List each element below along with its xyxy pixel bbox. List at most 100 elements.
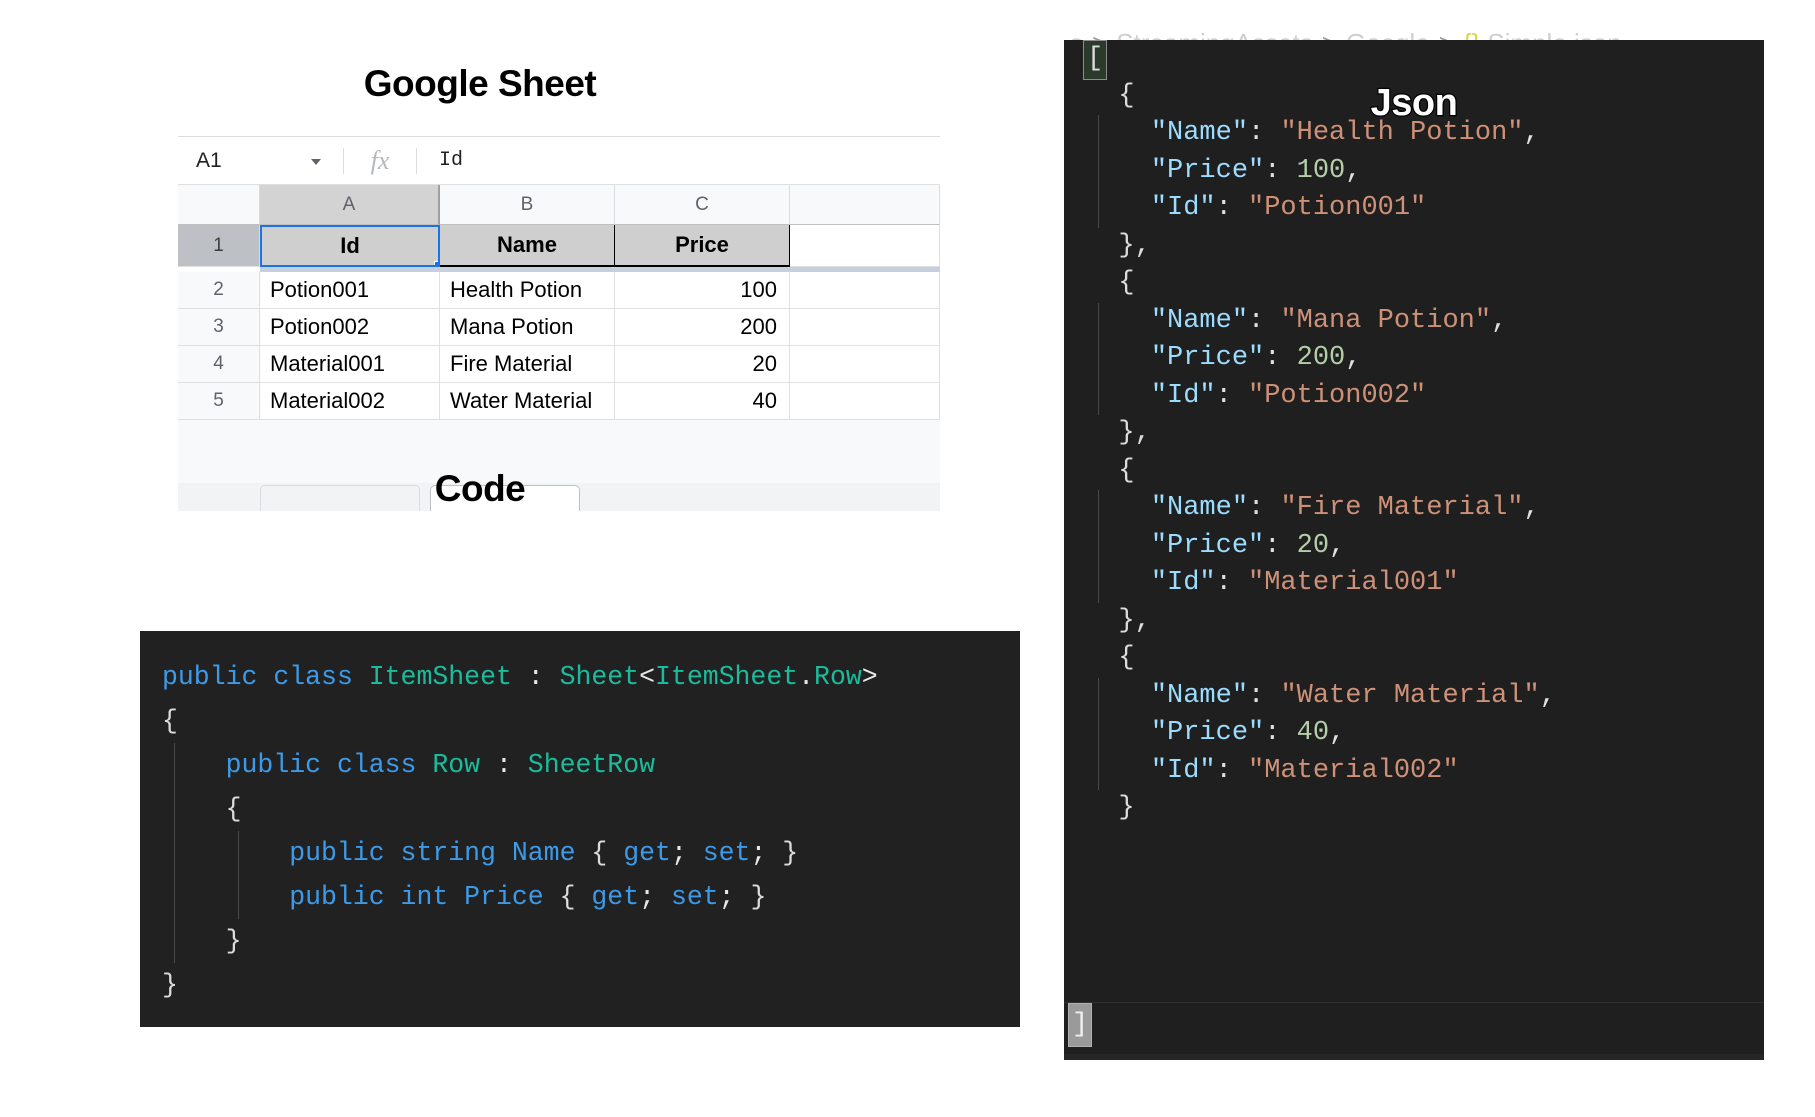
json-value-price: 200 [1296, 343, 1346, 373]
json-panel-footer: ] [1064, 1002, 1764, 1060]
code-token: ItemSheet [368, 662, 512, 692]
json-object-open: { [1086, 455, 1135, 486]
json-token: : [1215, 755, 1249, 786]
fill-handle[interactable] [434, 261, 438, 265]
row-header-5[interactable]: 5 [178, 383, 260, 420]
json-line: "Id": "Material001" [1064, 565, 1764, 603]
code-token: { [543, 882, 592, 912]
spreadsheet-grid: A B C 1 Id Name Price 2 Potion001 Health… [178, 185, 940, 420]
json-value-name: "Mana Potion" [1280, 305, 1492, 336]
indent-guide [174, 743, 175, 787]
code-token: } [782, 838, 799, 868]
cell-d5[interactable] [790, 383, 940, 420]
code-line: { [140, 699, 1020, 743]
json-token: : [1215, 568, 1249, 598]
cell-c3[interactable]: 200 [615, 309, 790, 346]
code-line: public string Name { get; set; } [140, 831, 1020, 875]
code-token: public [162, 838, 401, 868]
cell-d3[interactable] [790, 309, 940, 346]
json-value-id: "Potion001" [1248, 193, 1427, 223]
row-header-2[interactable]: 2 [178, 272, 260, 309]
json-line: "Name": "Mana Potion", [1064, 302, 1764, 340]
indent-guide [1098, 527, 1099, 565]
column-header-b[interactable]: B [440, 185, 615, 225]
code-token: Price [464, 882, 544, 912]
cell-c4[interactable]: 20 [615, 346, 790, 383]
json-open-bracket: [ [1083, 40, 1108, 80]
json-token: , [1491, 305, 1508, 336]
formula-bar: A1 fx Id [178, 137, 940, 185]
code-token: { [162, 706, 178, 736]
cell-c2[interactable]: 100 [615, 272, 790, 309]
json-heading: Json [1369, 81, 1459, 126]
formula-input[interactable]: Id [417, 149, 940, 172]
code-token: Name [511, 838, 576, 868]
indent-guide [174, 787, 175, 831]
name-box[interactable]: A1 [178, 137, 343, 184]
json-token: , [1539, 680, 1556, 711]
json-key-price: "Price" [1150, 155, 1265, 186]
code-token: public [162, 750, 337, 780]
cell-a2[interactable]: Potion001 [260, 272, 440, 309]
horizontal-scrollbar[interactable] [1064, 1054, 1764, 1060]
code-token: get [623, 838, 671, 868]
json-line: "Price": 200, [1064, 340, 1764, 378]
json-line: "Id": "Material002" [1064, 752, 1764, 790]
page-root: Google Sheet A1 fx Id A B C 1 Id Name Pr… [0, 0, 1815, 1117]
code-editor-block[interactable]: public class ItemSheet : Sheet<ItemSheet… [140, 631, 1020, 1027]
indent-guide [1098, 565, 1099, 603]
cell-b4[interactable]: Fire Material [440, 346, 615, 383]
json-line: "Name": "Water Material", [1064, 677, 1764, 715]
code-token: class [336, 750, 433, 780]
chevron-down-icon[interactable] [311, 158, 321, 165]
code-token: public [162, 882, 401, 912]
cell-a1[interactable]: Id [260, 225, 440, 267]
json-value-id: "Potion002" [1248, 380, 1427, 411]
json-value-price: 100 [1296, 155, 1346, 186]
cell-b3[interactable]: Mana Potion [440, 309, 615, 346]
cell-d2[interactable] [790, 272, 940, 309]
cell-c5[interactable]: 40 [615, 383, 790, 420]
json-value-id: "Material001" [1248, 568, 1459, 598]
cell-d1[interactable] [790, 225, 940, 267]
code-token: SheetRow [527, 750, 656, 780]
cell-c1[interactable]: Price [615, 225, 790, 267]
json-object-close: } [1086, 793, 1135, 823]
row-header-3[interactable]: 3 [178, 309, 260, 346]
json-value-name: "Water Material" [1280, 680, 1540, 711]
json-value-id: "Material002" [1248, 755, 1459, 786]
column-header-d[interactable] [790, 185, 940, 225]
json-key-name: "Name" [1150, 493, 1249, 523]
row-header-1[interactable]: 1 [178, 225, 260, 267]
function-icon[interactable]: fx [344, 146, 416, 176]
json-object-close: }, [1086, 418, 1151, 448]
code-token: int [400, 882, 465, 912]
select-all-corner[interactable] [178, 185, 260, 225]
json-line: "Name": "Fire Material", [1064, 490, 1764, 528]
google-sheet-heading: Google Sheet [363, 63, 597, 104]
cell-a3[interactable]: Potion002 [260, 309, 440, 346]
code-token: ItemSheet [655, 662, 799, 692]
column-header-c[interactable]: C [615, 185, 790, 225]
json-editor-panel[interactable]: [ { "Name": "Health Potion", "Price": 10… [1064, 40, 1764, 1060]
cell-b2[interactable]: Health Potion [440, 272, 615, 309]
json-line: "Id": "Potion001" [1064, 190, 1764, 228]
json-value-price: 40 [1296, 718, 1330, 748]
cell-b5[interactable]: Water Material [440, 383, 615, 420]
code-token: : [480, 750, 528, 780]
code-token: ; [750, 838, 783, 868]
json-token: : [1215, 193, 1249, 223]
indent-guide [174, 875, 175, 919]
row-header-4[interactable]: 4 [178, 346, 260, 383]
column-header-a[interactable]: A [260, 185, 440, 225]
cell-a5[interactable]: Material002 [260, 383, 440, 420]
cell-b1[interactable]: Name [440, 225, 615, 267]
cell-d4[interactable] [790, 346, 940, 383]
json-key-id: "Id" [1150, 380, 1216, 411]
json-line: "Price": 20, [1064, 527, 1764, 565]
code-line: public class Row : SheetRow [140, 743, 1020, 787]
cell-a4[interactable]: Material001 [260, 346, 440, 383]
